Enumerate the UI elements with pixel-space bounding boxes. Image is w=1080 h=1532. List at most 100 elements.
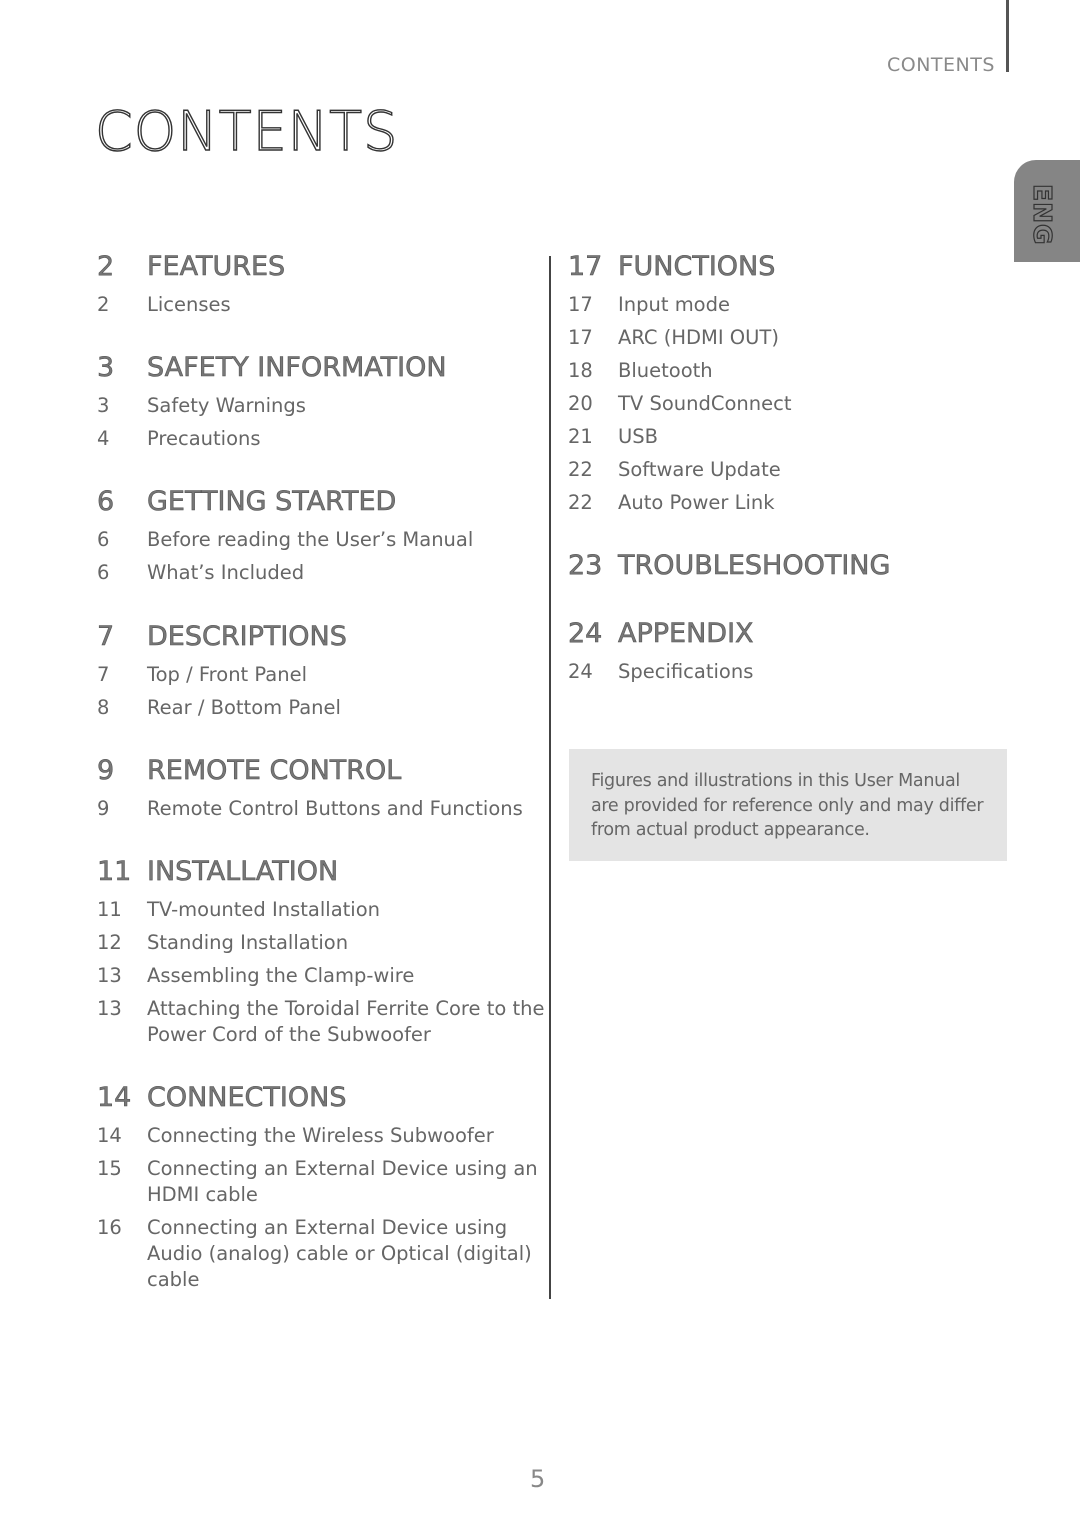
toc-item[interactable]: 17 ARC (HDMI OUT) bbox=[568, 325, 1018, 351]
item-page: 16 bbox=[97, 1216, 122, 1239]
item-page: 3 bbox=[97, 394, 110, 417]
toc-item[interactable]: 20 TV SoundConnect bbox=[568, 391, 1018, 417]
item-title: Input mode bbox=[618, 293, 730, 316]
item-title: Connecting an External Device using an H… bbox=[147, 1157, 538, 1206]
item-title: Standing Installation bbox=[147, 931, 349, 954]
toc-heading[interactable]: 6 GETTING STARTED bbox=[97, 484, 547, 520]
column-divider bbox=[549, 256, 551, 1299]
toc-item[interactable]: 2 Licenses bbox=[97, 292, 547, 318]
toc-item[interactable]: 22 Auto Power Link bbox=[568, 490, 1018, 516]
toc-heading[interactable]: 23 TROUBLESHOOTING bbox=[568, 548, 1018, 584]
toc-item[interactable]: 17 Input mode bbox=[568, 292, 1018, 318]
page-number: 5 bbox=[530, 1465, 546, 1493]
item-page: 22 bbox=[568, 458, 593, 481]
heading-page: 2 bbox=[97, 251, 115, 283]
toc-section: 23 TROUBLESHOOTING bbox=[568, 548, 1018, 584]
item-title: Assembling the Clamp-wire bbox=[147, 964, 415, 987]
item-page: 2 bbox=[97, 293, 110, 316]
toc-heading[interactable]: 24 APPENDIX bbox=[568, 616, 1018, 652]
heading-title: APPENDIX bbox=[618, 618, 754, 650]
item-title: Connecting the Wireless Subwoofer bbox=[147, 1124, 494, 1147]
toc-section: 24 APPENDIX 24 Specifications bbox=[568, 616, 1018, 685]
heading-title: INSTALLATION bbox=[147, 856, 339, 888]
heading-title: GETTING STARTED bbox=[147, 486, 397, 518]
toc-heading[interactable]: 9 REMOTE CONTROL bbox=[97, 753, 547, 789]
item-title: What’s Included bbox=[147, 561, 305, 584]
item-title: TV-mounted Installation bbox=[147, 898, 381, 921]
toc-item[interactable]: 18 Bluetooth bbox=[568, 358, 1018, 384]
heading-title: SAFETY INFORMATION bbox=[147, 352, 447, 384]
heading-page: 7 bbox=[97, 621, 115, 653]
item-title: USB bbox=[618, 425, 659, 448]
item-page: 6 bbox=[97, 528, 110, 551]
toc-item[interactable]: 6 What’s Included bbox=[97, 560, 547, 586]
header-rule bbox=[1006, 0, 1009, 72]
heading-page: 11 bbox=[97, 856, 132, 888]
item-title: Bluetooth bbox=[618, 359, 713, 382]
item-page: 13 bbox=[97, 964, 122, 987]
heading-page: 14 bbox=[97, 1082, 132, 1114]
note-box: Figures and illustrations in this User M… bbox=[569, 749, 1007, 861]
heading-title: FEATURES bbox=[147, 251, 286, 283]
heading-page: 9 bbox=[97, 755, 115, 787]
item-page: 7 bbox=[97, 663, 110, 686]
item-page: 24 bbox=[568, 660, 593, 683]
item-page: 17 bbox=[568, 326, 593, 349]
toc-item[interactable]: 7 Top / Front Panel bbox=[97, 662, 547, 688]
toc-item[interactable]: 11 TV-mounted Installation bbox=[97, 897, 547, 923]
toc-heading[interactable]: 11 INSTALLATION bbox=[97, 854, 547, 890]
toc-heading[interactable]: 14 CONNECTIONS bbox=[97, 1080, 547, 1116]
toc-section: 7 DESCRIPTIONS 7 Top / Front Panel 8 Rear / B… bbox=[97, 619, 547, 721]
item-title: Specifications bbox=[618, 660, 754, 683]
toc-section: 3 SAFETY INFORMATION 3 Safety Warnings 4 Prec… bbox=[97, 350, 547, 452]
toc-item[interactable]: 4 Precautions bbox=[97, 426, 547, 452]
language-tab: ENG bbox=[1014, 160, 1080, 262]
toc-item[interactable]: 6 Before reading the User’s Manual bbox=[97, 527, 547, 553]
item-page: 13 bbox=[97, 997, 122, 1020]
toc-heading[interactable]: 3 SAFETY INFORMATION bbox=[97, 350, 547, 386]
item-title: ARC (HDMI OUT) bbox=[618, 326, 779, 349]
toc-section: 9 REMOTE CONTROL 9 Remote Control Buttons a… bbox=[97, 753, 547, 822]
toc-heading[interactable]: 7 DESCRIPTIONS bbox=[97, 619, 547, 655]
toc-heading[interactable]: 2 FEATURES bbox=[97, 249, 547, 285]
item-page: 8 bbox=[97, 696, 110, 719]
item-page: 9 bbox=[97, 797, 110, 820]
item-page: 14 bbox=[97, 1124, 122, 1147]
toc-item[interactable]: 21 USB bbox=[568, 424, 1018, 450]
toc-item[interactable]: 9 Remote Control Buttons and Functions bbox=[97, 796, 547, 822]
toc-item[interactable]: 14 Connecting the Wireless Subwoofer bbox=[97, 1123, 547, 1149]
item-page: 6 bbox=[97, 561, 110, 584]
toc-item[interactable]: 12 Standing Installation bbox=[97, 930, 547, 956]
toc-item[interactable]: 15 Connecting an External Device using an… bbox=[97, 1156, 547, 1208]
toc-item[interactable]: 3 Safety Warnings bbox=[97, 393, 547, 419]
toc-item[interactable]: 13 Assembling the Clamp-wire bbox=[97, 963, 547, 989]
heading-page: 6 bbox=[97, 486, 115, 518]
toc-item[interactable]: 16 Connecting an External Device using Au… bbox=[97, 1215, 547, 1293]
item-title: Safety Warnings bbox=[147, 394, 306, 417]
toc-item[interactable]: 24 Specifications bbox=[568, 659, 1018, 685]
toc-item[interactable]: 8 Rear / Bottom Panel bbox=[97, 695, 547, 721]
toc-section: 11 INSTALLATION 11 TV-mounted Installation 1… bbox=[97, 854, 547, 1048]
toc-heading[interactable]: 17 FUNCTIONS bbox=[568, 249, 1018, 285]
toc-item[interactable]: 13 Attaching the Toroidal Ferrite Core to… bbox=[97, 996, 547, 1048]
item-title: Software Update bbox=[618, 458, 781, 481]
heading-page: 3 bbox=[97, 352, 115, 384]
heading-title: FUNCTIONS bbox=[618, 251, 776, 283]
heading-page: 23 bbox=[568, 550, 603, 582]
item-title: Rear / Bottom Panel bbox=[147, 696, 341, 719]
item-title: Attaching the Toroidal Ferrite Core to t… bbox=[147, 997, 545, 1046]
heading-title: CONNECTIONS bbox=[147, 1082, 347, 1114]
item-page: 12 bbox=[97, 931, 122, 954]
toc-section: 2 FEATURES 2 Licenses bbox=[97, 249, 547, 318]
item-page: 11 bbox=[97, 898, 122, 921]
toc-section: 6 GETTING STARTED 6 Before reading the User… bbox=[97, 484, 547, 586]
language-tab-label: ENG bbox=[1027, 183, 1057, 246]
item-title: Before reading the User’s Manual bbox=[147, 528, 474, 551]
item-title: Precautions bbox=[147, 427, 261, 450]
page-title: CONTENTS bbox=[94, 99, 399, 163]
heading-title: TROUBLESHOOTING bbox=[618, 550, 891, 582]
toc-item[interactable]: 22 Software Update bbox=[568, 457, 1018, 483]
toc-section: 17 FUNCTIONS 17 Input mode 17 ARC (HDMI OUT) 1… bbox=[568, 249, 1018, 516]
item-title: Remote Control Buttons and Functions bbox=[147, 797, 523, 820]
item-page: 20 bbox=[568, 392, 593, 415]
